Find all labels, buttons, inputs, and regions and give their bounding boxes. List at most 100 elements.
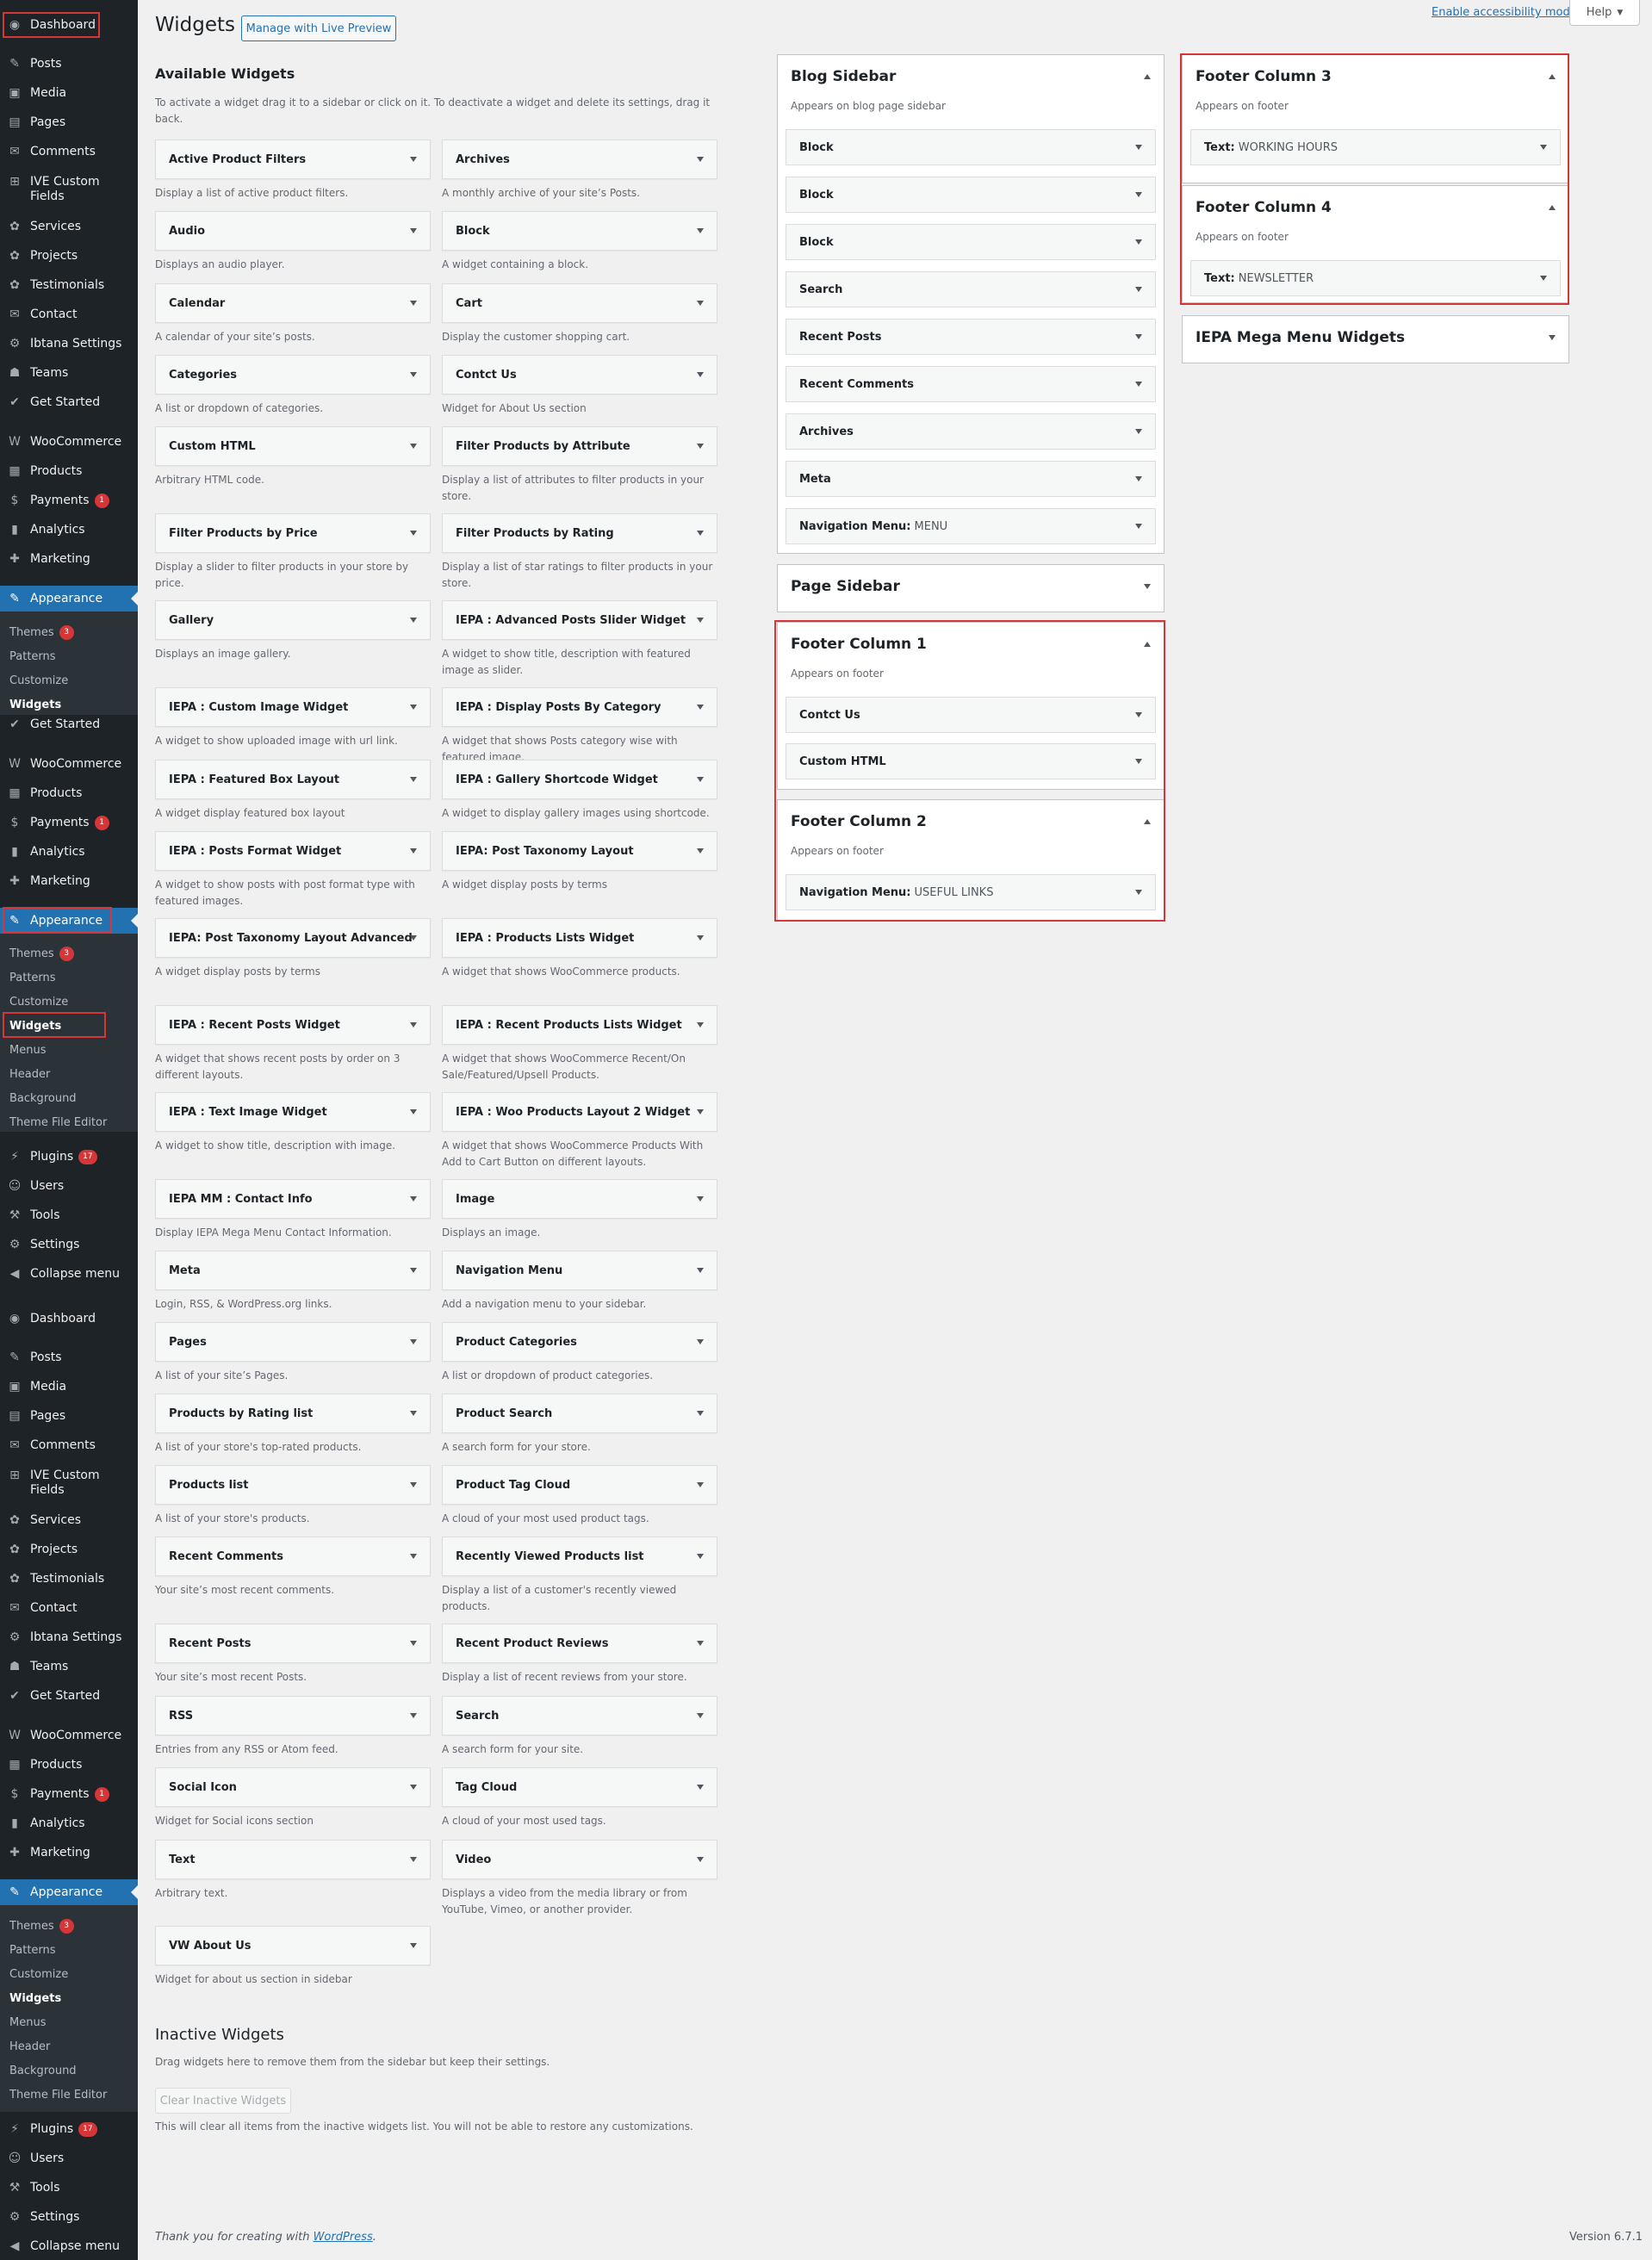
sidebar-item-appearance[interactable]: ✎ Appearance <box>0 586 138 612</box>
submenu-item-patterns[interactable]: Patterns <box>0 1938 138 1962</box>
available-widget[interactable]: IEPA : Gallery Shortcode Widget <box>442 760 717 799</box>
available-widget[interactable]: IEPA : Recent Posts Widget <box>155 1005 431 1045</box>
chevron-up-icon[interactable] <box>1144 74 1151 79</box>
widget-area-header[interactable]: IEPA Mega Menu Widgets <box>1183 316 1568 359</box>
available-widget[interactable]: IEPA : Custom Image Widget <box>155 687 431 727</box>
clear-inactive-widgets-button[interactable]: Clear Inactive Widgets <box>155 2088 291 2114</box>
chevron-down-icon[interactable] <box>410 618 417 623</box>
sidebar-item-media[interactable]: ▣ Media <box>0 80 138 106</box>
available-widget[interactable]: RSS <box>155 1696 431 1735</box>
available-widget[interactable]: Recent Posts <box>155 1624 431 1663</box>
available-widget[interactable]: Recent Product Reviews <box>442 1624 717 1663</box>
available-widget[interactable]: IEPA : Text Image Widget <box>155 1092 431 1132</box>
submenu-item-theme-file-editor[interactable]: Theme File Editor <box>0 1110 138 1134</box>
sidebar-item-get-started[interactable]: ✔ Get Started <box>0 1683 138 1709</box>
chevron-down-icon[interactable] <box>410 1713 417 1718</box>
sidebar-item-testimonials[interactable]: ✿ Testimonials <box>0 1566 138 1592</box>
chevron-down-icon[interactable] <box>697 1196 704 1201</box>
widget-area-header[interactable]: Page Sidebar <box>778 565 1164 608</box>
available-widget[interactable]: IEPA : Featured Box Layout <box>155 760 431 799</box>
chevron-down-icon[interactable] <box>697 372 704 377</box>
available-widget[interactable]: Image <box>442 1179 717 1219</box>
sidebar-item-tools[interactable]: ⚒ Tools <box>0 2175 138 2201</box>
available-widget[interactable]: Audio <box>155 211 431 251</box>
area-widget[interactable]: Block <box>786 177 1156 213</box>
sidebar-item-settings[interactable]: ⚙ Settings <box>0 2204 138 2230</box>
submenu-item-patterns[interactable]: Patterns <box>0 644 138 668</box>
chevron-down-icon[interactable] <box>697 444 704 449</box>
available-widget[interactable]: Contct Us <box>442 355 717 394</box>
available-widget[interactable]: Product Categories <box>442 1322 717 1362</box>
chevron-down-icon[interactable] <box>1135 476 1142 481</box>
chevron-down-icon[interactable] <box>410 301 417 306</box>
available-widget[interactable]: Text <box>155 1840 431 1879</box>
submenu-item-patterns[interactable]: Patterns <box>0 965 138 990</box>
area-widget[interactable]: Navigation Menu: USEFUL LINKS <box>786 874 1156 910</box>
enable-accessibility-link[interactable]: Enable accessibility mode <box>1432 6 1577 19</box>
sidebar-item-services[interactable]: ✿ Services <box>0 214 138 239</box>
chevron-down-icon[interactable] <box>697 848 704 854</box>
sidebar-item-ibtana-settings[interactable]: ⚙ Ibtana Settings <box>0 1624 138 1650</box>
available-widget[interactable]: Meta <box>155 1251 431 1290</box>
sidebar-item-appearance[interactable]: ✎ Appearance <box>0 1879 138 1905</box>
chevron-down-icon[interactable] <box>1540 276 1547 281</box>
sidebar-item-pages[interactable]: ▤ Pages <box>0 109 138 135</box>
manage-live-preview-button[interactable]: Manage with Live Preview <box>241 16 396 41</box>
available-widget[interactable]: Filter Products by Attribute <box>442 426 717 466</box>
submenu-item-customize[interactable]: Customize <box>0 990 138 1014</box>
submenu-item-themes[interactable]: Themes 3 <box>0 1914 138 1938</box>
sidebar-item-analytics[interactable]: ▮ Analytics <box>0 839 138 865</box>
chevron-down-icon[interactable] <box>410 935 417 941</box>
available-widget[interactable]: Video <box>442 1840 717 1879</box>
area-widget[interactable]: Text: NEWSLETTER <box>1190 260 1561 296</box>
available-widget[interactable]: Product Search <box>442 1394 717 1433</box>
sidebar-item-contact[interactable]: ✉ Contact <box>0 301 138 327</box>
chevron-down-icon[interactable] <box>1135 890 1142 895</box>
chevron-down-icon[interactable] <box>410 1411 417 1416</box>
sidebar-item-dashboard[interactable]: ◉ Dashboard <box>0 1306 138 1332</box>
widget-area-header[interactable]: Blog Sidebar <box>778 55 1164 98</box>
sidebar-item-get-started[interactable]: ✔ Get Started <box>0 389 138 415</box>
sidebar-item-comments[interactable]: ✉ Comments <box>0 139 138 165</box>
area-widget[interactable]: Recent Posts <box>786 319 1156 355</box>
chevron-down-icon[interactable] <box>1135 759 1142 764</box>
available-widget[interactable]: Cart <box>442 283 717 323</box>
sidebar-item-testimonials[interactable]: ✿ Testimonials <box>0 272 138 298</box>
sidebar-item-settings[interactable]: ⚙ Settings <box>0 1232 138 1257</box>
area-widget[interactable]: Contct Us <box>786 697 1156 733</box>
chevron-up-icon[interactable] <box>1549 205 1556 210</box>
chevron-down-icon[interactable] <box>410 705 417 710</box>
chevron-down-icon[interactable] <box>1135 145 1142 150</box>
sidebar-item-payments[interactable]: $ Payments 1 <box>0 487 138 513</box>
chevron-down-icon[interactable] <box>1540 145 1547 150</box>
widget-area-header[interactable]: Footer Column 4 <box>1183 186 1568 229</box>
chevron-down-icon[interactable] <box>410 1196 417 1201</box>
chevron-down-icon[interactable] <box>697 157 704 162</box>
sidebar-item-comments[interactable]: ✉ Comments <box>0 1432 138 1458</box>
submenu-item-themes[interactable]: Themes 3 <box>0 941 138 965</box>
sidebar-item-posts[interactable]: ✎ Posts <box>0 1344 138 1370</box>
chevron-down-icon[interactable] <box>1549 335 1556 340</box>
available-widget[interactable]: IEPA : Advanced Posts Slider Widget <box>442 600 717 640</box>
available-widget[interactable]: Social Icon <box>155 1767 431 1807</box>
chevron-down-icon[interactable] <box>410 1022 417 1028</box>
chevron-down-icon[interactable] <box>697 1109 704 1114</box>
sidebar-item-ive-custom-fields[interactable]: ⊞ IVE Custom Fields <box>0 172 138 207</box>
sidebar-item-payments[interactable]: $ Payments 1 <box>0 810 138 835</box>
available-widget[interactable]: Pages <box>155 1322 431 1362</box>
sidebar-item-teams[interactable]: ☗ Teams <box>0 360 138 386</box>
chevron-down-icon[interactable] <box>1135 712 1142 717</box>
available-widget[interactable]: IEPA: Post Taxonomy Layout <box>442 831 717 871</box>
submenu-item-theme-file-editor[interactable]: Theme File Editor <box>0 2083 138 2107</box>
chevron-down-icon[interactable] <box>697 777 704 782</box>
sidebar-item-ibtana-settings[interactable]: ⚙ Ibtana Settings <box>0 331 138 357</box>
area-widget[interactable]: Search <box>786 271 1156 307</box>
sidebar-item-collapse-menu[interactable]: ◀ Collapse menu <box>0 2233 138 2259</box>
available-widget[interactable]: Filter Products by Rating <box>442 513 717 553</box>
sidebar-item-products[interactable]: ▦ Products <box>0 458 138 484</box>
available-widget[interactable]: Calendar <box>155 283 431 323</box>
chevron-down-icon[interactable] <box>697 1554 704 1559</box>
chevron-down-icon[interactable] <box>697 705 704 710</box>
chevron-down-icon[interactable] <box>1135 192 1142 197</box>
sidebar-item-services[interactable]: ✿ Services <box>0 1507 138 1533</box>
